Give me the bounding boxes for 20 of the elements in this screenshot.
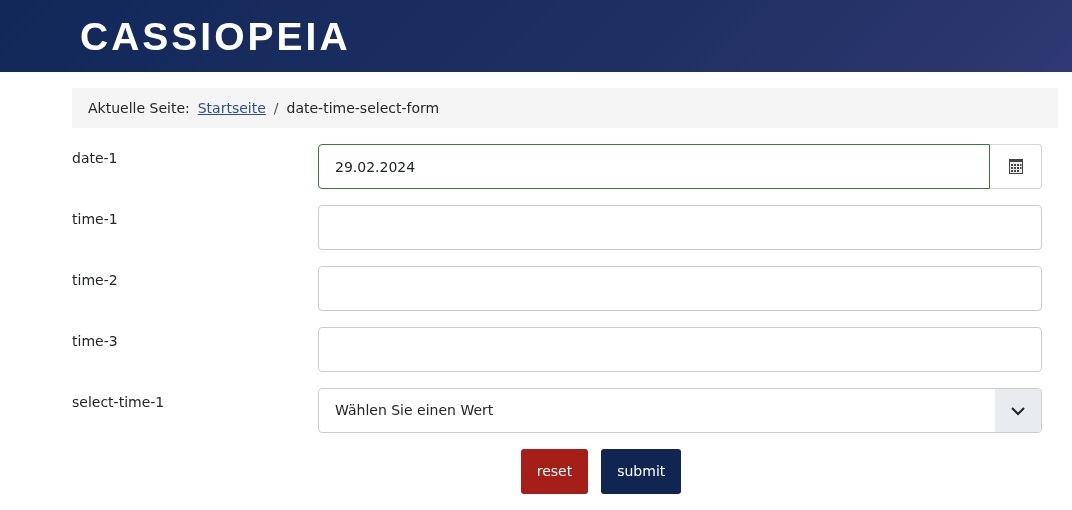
field-label: time-3 — [72, 332, 119, 351]
breadcrumb-separator: / — [273, 98, 279, 118]
field-label: date-1 — [72, 149, 119, 168]
field-label: select-time-1 — [72, 393, 166, 412]
breadcrumb-link[interactable]: Startseite — [197, 97, 266, 119]
reset-button[interactable]: reset — [520, 449, 589, 494]
field-label: time-2 — [72, 271, 119, 290]
breadcrumb-current: date-time-select-form — [286, 98, 440, 118]
select-field[interactable]: Wählen Sie einen Wert — [318, 388, 1042, 433]
chevron-down-icon — [1010, 405, 1026, 416]
input-field[interactable] — [318, 327, 1042, 372]
site-logo[interactable]: CASSIOPEIA — [80, 16, 351, 56]
input-field[interactable] — [318, 266, 1042, 311]
calendar-icon — [1007, 158, 1024, 175]
field-label: time-1 — [72, 210, 119, 229]
breadcrumb-label: Aktuelle Seite: — [88, 98, 190, 118]
input-field[interactable] — [318, 205, 1042, 250]
calendar-button[interactable] — [990, 144, 1042, 189]
date-field[interactable]: 29.02.2024 — [318, 144, 990, 189]
submit-button[interactable]: submit — [601, 449, 682, 494]
